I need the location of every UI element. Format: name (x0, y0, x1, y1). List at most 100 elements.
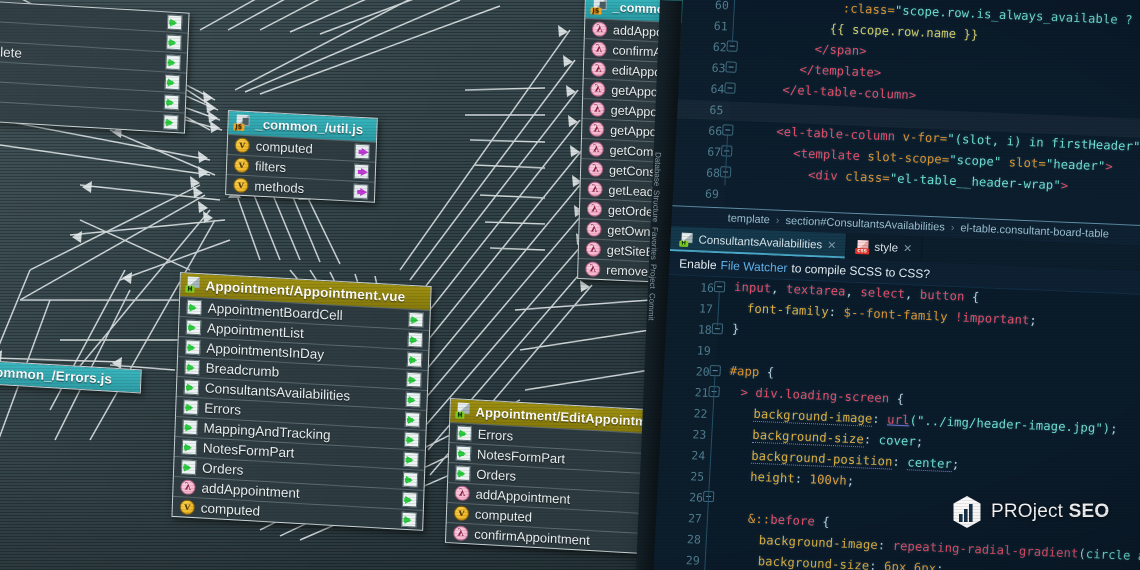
code-line[interactable]: font-family: $--font-family !important; (747, 301, 1038, 327)
function-icon: λ (588, 141, 604, 157)
function-icon: λ (585, 241, 602, 257)
code-line[interactable]: {{ scope.row.name }} (829, 22, 978, 42)
js-file-icon: JS (590, 0, 607, 15)
tab-label: ConsultantsAvailabilities (698, 233, 823, 252)
import-icon (180, 459, 197, 476)
node-row-label: methods (254, 178, 305, 197)
close-icon[interactable]: ✕ (903, 242, 913, 255)
function-icon: λ (590, 61, 607, 78)
line-number: 25 (689, 469, 705, 484)
diagram-node-util-js[interactable]: JS _common_/util.js v computed v filters… (225, 110, 378, 203)
fold-guide (724, 135, 729, 186)
hexagon-bar-chart-icon (952, 495, 982, 529)
line-number: 68 (705, 165, 721, 181)
line-number: 22 (693, 406, 708, 421)
import-icon (185, 319, 202, 336)
code-fold-toggle[interactable] (713, 281, 726, 293)
import-icon (182, 419, 198, 436)
line-number: 60 (714, 0, 730, 13)
function-icon: λ (586, 221, 602, 237)
line-number: 67 (706, 144, 722, 160)
import-icon (164, 74, 181, 91)
function-icon: λ (454, 485, 470, 502)
line-number: 26 (688, 490, 704, 505)
toolstrip-item[interactable]: Structure (651, 188, 662, 225)
import-icon (401, 511, 417, 528)
property-icon: v (179, 499, 196, 516)
ide-window[interactable]: 59 60 61 62 63 64 65 66 67 68 69 (651, 0, 1140, 570)
js-file-icon: JS (233, 114, 251, 131)
import-icon (166, 14, 183, 31)
vue-file-icon: H (185, 276, 201, 293)
fold-guide (717, 292, 720, 327)
code-line[interactable]: background-position: center; (750, 448, 960, 473)
code-line[interactable]: <div class="el-table__header-wrap"> (808, 168, 1069, 193)
function-icon: λ (591, 41, 607, 58)
tab-style[interactable]: css style ✕ (845, 233, 923, 262)
function-icon: λ (591, 21, 608, 38)
code-fold-toggle[interactable] (709, 364, 721, 377)
import-icon (166, 34, 182, 51)
line-number: 28 (686, 532, 702, 547)
import-icon (456, 425, 473, 442)
import-icon (402, 471, 419, 488)
brand-bold: SEO (1068, 501, 1110, 522)
line-number: 62 (712, 39, 727, 55)
code-line[interactable]: background-size: cover; (751, 427, 924, 449)
code-fold-toggle[interactable] (724, 82, 736, 94)
line-number: 23 (692, 427, 707, 442)
css-file-icon: css (855, 239, 870, 254)
diagram-node-left-clipped[interactable]: ns utocomplete entsAutocomplete ations e (0, 0, 190, 134)
import-icon (407, 331, 424, 348)
property-icon: v (234, 137, 251, 154)
line-number: 27 (687, 511, 703, 526)
file-watcher-link[interactable]: File Watcher (720, 258, 788, 275)
breadcrumb-item[interactable]: section#ConsultantsAvailabilities (785, 215, 945, 234)
line-number: 16 (699, 280, 715, 296)
import-icon (406, 371, 422, 388)
diagram-node-appointment-vue[interactable]: H Appointment/Appointment.vue Appointmen… (171, 272, 432, 531)
editor-pane-template[interactable]: 59 60 61 62 63 64 65 66 67 68 69 (672, 0, 1140, 227)
property-icon: v (453, 505, 470, 522)
line-number: 29 (685, 553, 701, 568)
import-icon (401, 491, 418, 508)
toolstrip-item[interactable]: Commit (647, 290, 657, 322)
import-icon (186, 299, 203, 316)
code-line[interactable]: } (732, 322, 740, 336)
code-line[interactable]: </template> (799, 62, 881, 79)
breadcrumb-item[interactable]: el-table.consultant-board-table (960, 222, 1109, 240)
dependency-diagram-canvas[interactable]: ns utocomplete entsAutocomplete ations e (0, 0, 700, 570)
screenshot-root: ns utocomplete entsAutocomplete ations e (0, 0, 1140, 570)
function-icon: λ (589, 121, 605, 137)
import-icon (455, 445, 472, 462)
code-fold-toggle[interactable] (725, 61, 737, 73)
code-line[interactable]: > div.loading-screen { (740, 385, 904, 406)
watermark-logo: PROject SEO (952, 495, 1109, 529)
code-line[interactable]: &::before { (748, 512, 830, 529)
import-icon (183, 379, 200, 396)
code-line[interactable]: height: 100vh; (750, 470, 855, 488)
import-icon (185, 339, 201, 356)
import-icon (183, 399, 199, 416)
function-icon: λ (585, 261, 601, 277)
toolstrip-item[interactable]: Favorites (649, 225, 660, 262)
breadcrumb-item[interactable]: template (727, 213, 770, 227)
code-line[interactable]: </span> (814, 42, 867, 58)
close-icon[interactable]: ✕ (827, 239, 837, 252)
toolstrip-item[interactable]: Database (652, 150, 663, 189)
code-line[interactable]: #app { (729, 364, 774, 380)
import-icon (181, 439, 198, 456)
code-fold-toggle[interactable] (722, 124, 734, 136)
import-icon (404, 431, 420, 448)
code-line[interactable]: </el-table-column> (782, 83, 916, 103)
toolstrip-item[interactable]: Project (648, 261, 658, 290)
breadcrumb-separator: › (775, 214, 780, 227)
property-icon: v (233, 177, 249, 194)
line-number: 64 (710, 81, 725, 97)
code-line[interactable]: background-size: 6px 6px; (757, 554, 944, 570)
import-icon (406, 351, 423, 368)
breadcrumb-separator: › (950, 221, 955, 235)
function-icon: λ (589, 101, 605, 117)
tab-label: style (874, 241, 899, 255)
watermark-text: PROject SEO (991, 501, 1109, 523)
